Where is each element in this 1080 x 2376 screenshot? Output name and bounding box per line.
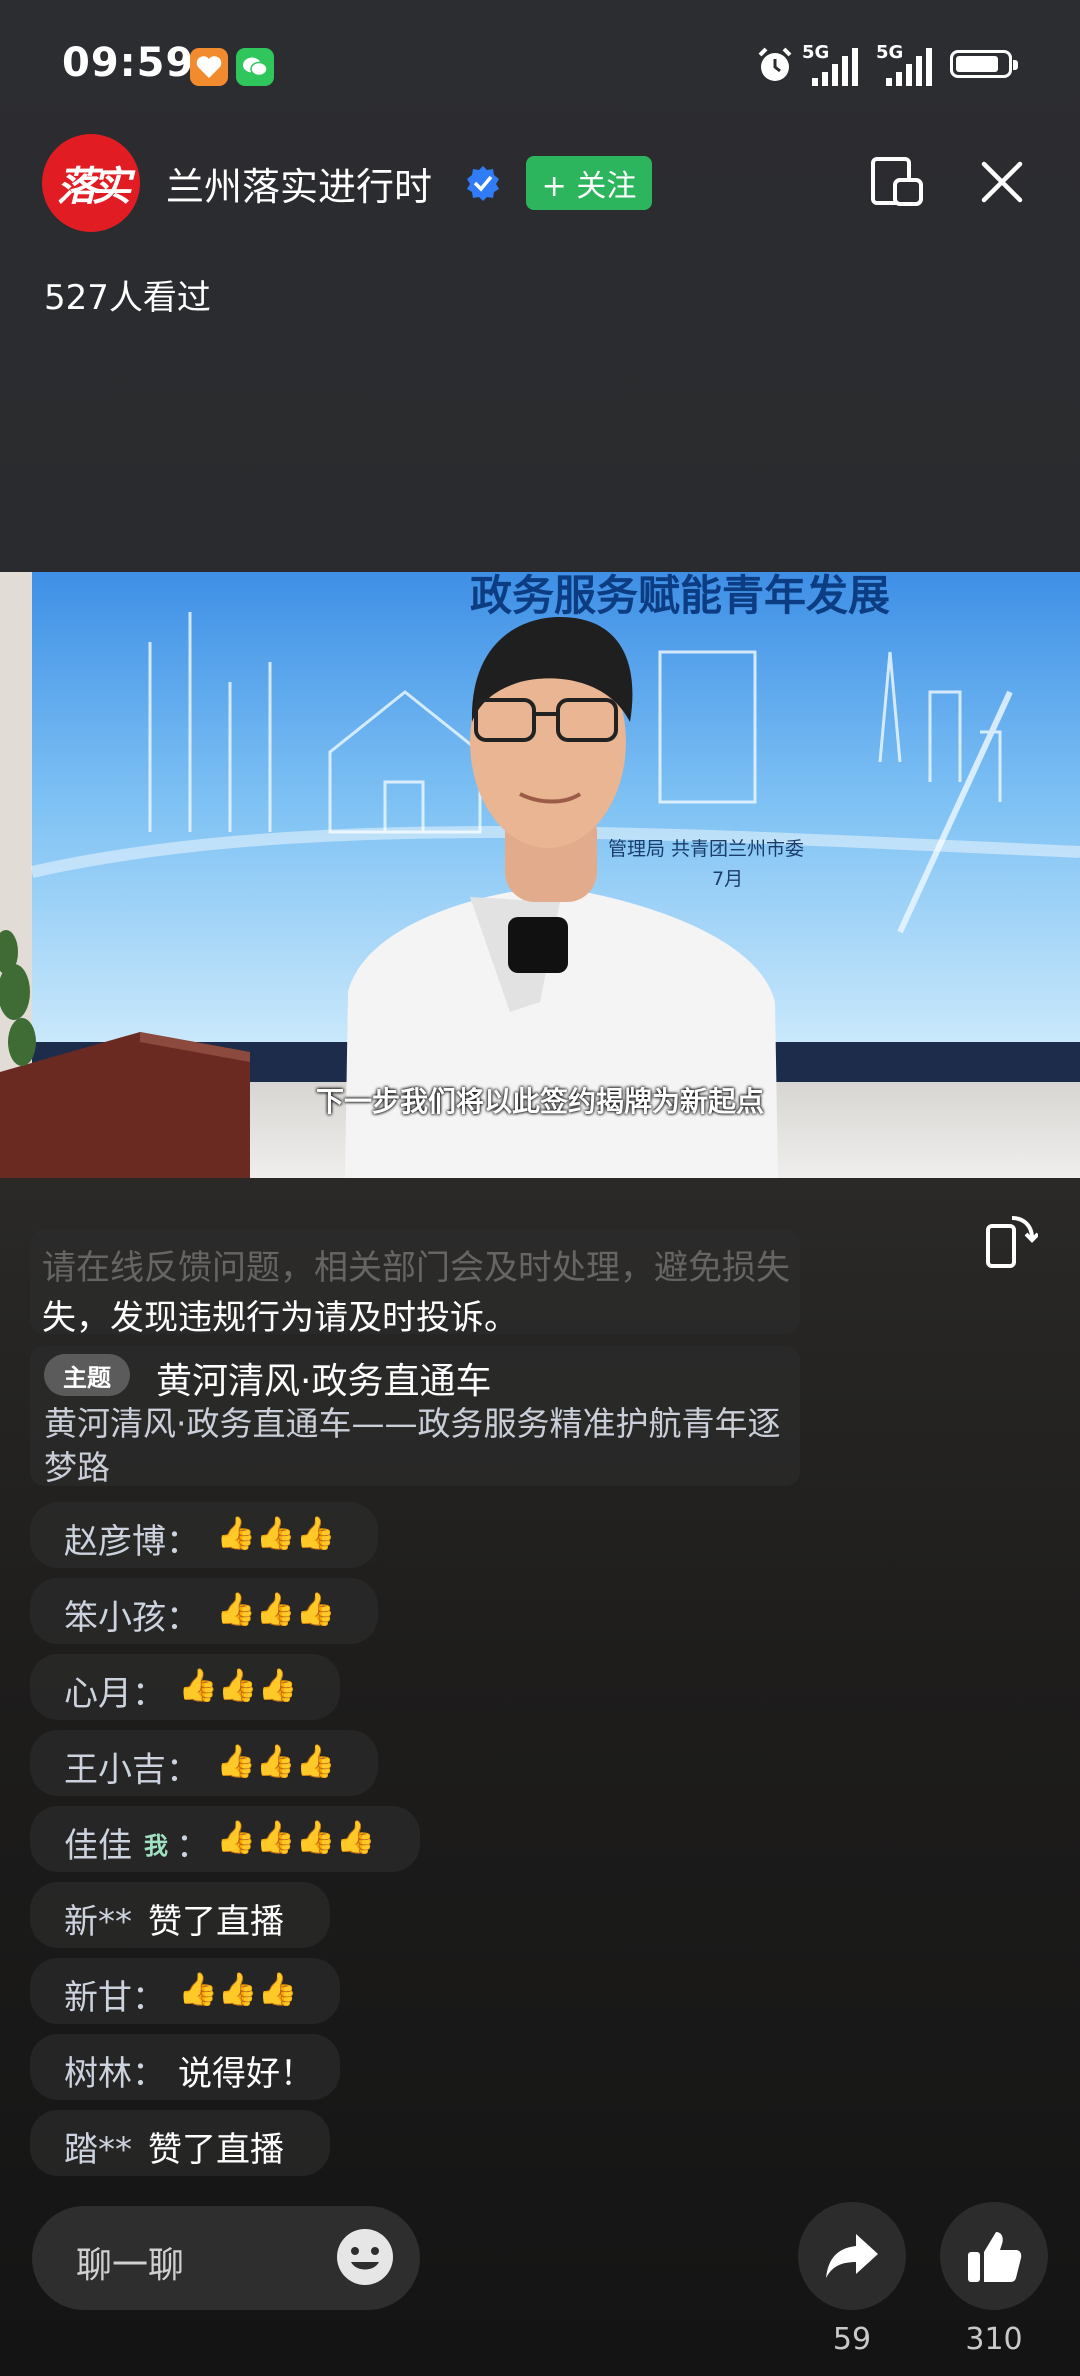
follow-button[interactable]: + 关注 (526, 156, 652, 210)
emoji-icon[interactable] (334, 2226, 396, 2288)
topic-title: 黄河清风·政务直通车 (156, 1361, 492, 1402)
chat-user: 树林： (64, 2054, 166, 2094)
chat-text: 👍👍👍 (178, 1970, 298, 2008)
heart-app-icon (190, 48, 228, 86)
chat-user: 笨小孩： (64, 1598, 200, 1638)
topic-description: 黄河清风·政务直通车——政务服务精准护航青年逐梦路 (44, 1404, 781, 1487)
topic-tag: 主题 (44, 1354, 130, 1396)
chat-separator: ： (176, 1826, 210, 1866)
chat-user: 佳佳 (64, 1826, 132, 1866)
share-count: 59 (832, 2322, 872, 2357)
chat-text: 赞了直播 (148, 2130, 284, 2170)
channel-name[interactable]: 兰州落实进行时 (166, 156, 432, 211)
chat-text: 👍👍👍 (216, 1742, 336, 1780)
share-icon (826, 2234, 878, 2278)
wechat-icon (236, 48, 274, 86)
chat-user: 王小吉： (64, 1750, 200, 1790)
channel-logo[interactable]: 落实 (42, 134, 140, 232)
chat-text: 👍👍👍 (178, 1666, 298, 1704)
chat-message[interactable]: 新** 赞了直播 (30, 1882, 330, 1948)
notice-clipped-line: 请在线反馈问题，相关部门会及时处理，避免损失 (42, 1248, 790, 1288)
chat-user: 踏** (64, 2130, 132, 2170)
like-count: 310 (965, 2322, 1023, 2357)
notice-text: 失，发现违规行为请及时投诉。 (42, 1298, 518, 1338)
chat-message[interactable]: 笨小孩： 👍👍👍 (30, 1578, 378, 1644)
rotate-screen-icon[interactable] (982, 1212, 1038, 1272)
live-video[interactable]: 政务服务赋能青年发展 管理局 共青团兰州市委 7月 下一步我们将以此签约揭牌为新… (0, 572, 1080, 1178)
like-button[interactable] (940, 2202, 1048, 2310)
status-bar: 09:59 5G 5G (0, 0, 1080, 130)
chat-message[interactable]: 树林： 说得好！ (30, 2034, 340, 2100)
chat-text: 👍👍👍👍 (216, 1818, 376, 1856)
chat-text: 👍👍👍 (216, 1590, 336, 1628)
chat-text: 👍👍👍 (216, 1514, 336, 1552)
chat-message[interactable]: 王小吉： 👍👍👍 (30, 1730, 378, 1796)
picture-in-picture-icon[interactable] (870, 156, 926, 208)
self-tag: 我 (144, 1832, 168, 1860)
chat-user: 赵彦博： (64, 1522, 200, 1562)
battery-icon (950, 50, 1018, 78)
verified-icon (467, 166, 499, 201)
chat-user: 新** (64, 1902, 132, 1942)
backdrop-org: 管理局 共青团兰州市委 (608, 838, 805, 860)
chat-message[interactable]: 踏** 赞了直播 (30, 2110, 330, 2176)
status-time: 09:59 (62, 40, 195, 86)
close-icon[interactable] (980, 160, 1024, 204)
chat-message[interactable]: 新甘： 👍👍👍 (30, 1958, 340, 2024)
chat-text: 说得好！ (178, 2054, 314, 2094)
share-button[interactable] (798, 2202, 906, 2310)
backdrop-date: 7月 (712, 868, 744, 890)
chat-message-self[interactable]: 佳佳 我 ： 👍👍👍👍 (30, 1806, 420, 1872)
chat-message[interactable]: 心月： 👍👍👍 (30, 1654, 340, 1720)
chat-input-placeholder: 聊一聊 (76, 2245, 185, 2286)
chat-user: 新甘： (64, 1978, 166, 2018)
chat-text: 赞了直播 (148, 1902, 284, 1942)
backdrop-title: 政务服务赋能青年发展 (470, 572, 891, 620)
chat-message[interactable]: 赵彦博： 👍👍👍 (30, 1502, 378, 1568)
alarm-icon (758, 47, 792, 81)
video-subtitle: 下一步我们将以此签约揭牌为新起点 (315, 1085, 764, 1118)
chat-user: 心月： (64, 1674, 166, 1714)
thumbs-up-icon (968, 2232, 1022, 2282)
viewer-count: 527人看过 (44, 278, 211, 318)
